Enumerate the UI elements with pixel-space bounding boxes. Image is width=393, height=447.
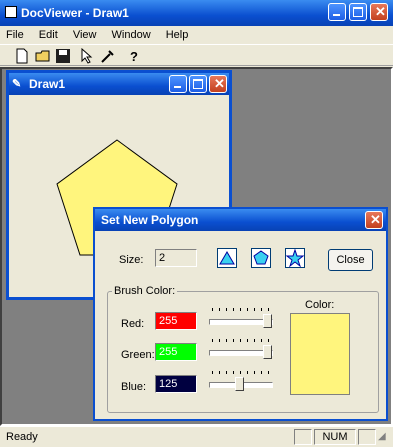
draw1-title: Draw1 bbox=[29, 77, 66, 91]
slider-tick bbox=[226, 339, 227, 342]
slider-tick bbox=[261, 371, 262, 374]
blue-slider[interactable] bbox=[207, 369, 273, 391]
slider-tick bbox=[219, 308, 220, 311]
slider-tick bbox=[268, 308, 269, 311]
slider-tick bbox=[268, 339, 269, 342]
slider-tick bbox=[233, 371, 234, 374]
slider-tick bbox=[254, 371, 255, 374]
slider-tick bbox=[254, 308, 255, 311]
slider-tick bbox=[261, 339, 262, 342]
menu-view[interactable]: View bbox=[73, 29, 97, 41]
close-icon: ✕ bbox=[214, 76, 225, 91]
slider-tick bbox=[247, 371, 248, 374]
maximize-icon bbox=[193, 79, 203, 89]
menu-window[interactable]: Window bbox=[112, 29, 151, 41]
status-pane-1 bbox=[294, 429, 312, 445]
draw-icon: ✎ bbox=[12, 78, 22, 90]
star-icon bbox=[285, 248, 305, 268]
minimize-icon bbox=[333, 14, 340, 16]
slider-tick bbox=[212, 308, 213, 311]
dialog-title: Set New Polygon bbox=[101, 213, 199, 227]
red-label: Red: bbox=[121, 318, 145, 330]
slider-tick bbox=[247, 308, 248, 311]
resize-grip-icon[interactable]: ◢ bbox=[378, 431, 386, 442]
green-label: Green: bbox=[121, 349, 155, 361]
cursor-icon[interactable] bbox=[79, 47, 95, 64]
slider-tick bbox=[219, 339, 220, 342]
maximize-icon bbox=[353, 7, 363, 17]
menu-help[interactable]: Help bbox=[166, 29, 189, 41]
close-icon: ✕ bbox=[370, 212, 381, 227]
pentagon-icon bbox=[253, 250, 269, 265]
size-label: Size: bbox=[119, 254, 144, 266]
color-label: Color: bbox=[305, 299, 335, 311]
close-button[interactable]: Close bbox=[328, 249, 373, 271]
draw1-close-button[interactable]: ✕ bbox=[209, 75, 227, 93]
menu-file[interactable]: File bbox=[6, 29, 24, 41]
slider-tick bbox=[212, 339, 213, 342]
triangle-shape-button[interactable] bbox=[217, 248, 237, 268]
brush-color-label: Brush Color: bbox=[112, 285, 178, 297]
draw1-minimize-button[interactable] bbox=[169, 75, 187, 93]
close-button[interactable]: ✕ bbox=[370, 3, 388, 21]
slider-tick bbox=[240, 371, 241, 374]
blue-label: Blue: bbox=[121, 381, 147, 393]
slider-tick bbox=[268, 371, 269, 374]
close-icon: ✕ bbox=[375, 4, 386, 19]
slider-tick bbox=[226, 308, 227, 311]
red-value-field[interactable]: 255 bbox=[155, 312, 197, 330]
status-bar: Ready NUM ◢ bbox=[0, 426, 393, 447]
star-shape-button[interactable] bbox=[285, 248, 305, 268]
main-titlebar[interactable]: DocViewer - Draw1 ✕ bbox=[0, 0, 393, 26]
size-input[interactable]: 2 bbox=[155, 249, 197, 267]
slider-thumb[interactable] bbox=[235, 377, 245, 391]
green-value-field[interactable]: 255 bbox=[155, 343, 197, 361]
set-polygon-dialog: Set New Polygon ✕ Size: 2 Close Brush Co… bbox=[93, 207, 388, 421]
app-title: DocViewer - Draw1 bbox=[21, 6, 129, 20]
slider-tick bbox=[240, 339, 241, 342]
slider-tick bbox=[233, 308, 234, 311]
tool-icon[interactable] bbox=[100, 48, 116, 64]
slider-tick bbox=[254, 339, 255, 342]
slider-tick bbox=[226, 371, 227, 374]
svg-text:?: ? bbox=[130, 49, 138, 64]
pentagon-shape-button[interactable] bbox=[251, 248, 271, 268]
color-preview bbox=[290, 313, 350, 395]
save-icon[interactable] bbox=[55, 48, 71, 64]
slider-tick bbox=[247, 339, 248, 342]
slider-tick bbox=[240, 308, 241, 311]
red-slider[interactable] bbox=[207, 306, 273, 328]
toolbar: ? bbox=[0, 44, 393, 66]
status-text: Ready bbox=[6, 431, 38, 443]
draw1-titlebar[interactable]: ✎ Draw1 ✕ bbox=[9, 73, 229, 95]
draw1-maximize-button[interactable] bbox=[189, 75, 207, 93]
minimize-icon bbox=[174, 86, 181, 88]
blue-value-field[interactable]: 125 bbox=[155, 375, 197, 393]
green-slider[interactable] bbox=[207, 337, 273, 359]
new-icon[interactable] bbox=[14, 48, 30, 64]
dialog-titlebar[interactable]: Set New Polygon ✕ bbox=[95, 209, 386, 231]
status-num-pane: NUM bbox=[314, 429, 356, 445]
slider-tick bbox=[219, 371, 220, 374]
dialog-close-x-button[interactable]: ✕ bbox=[365, 211, 383, 229]
app-icon bbox=[5, 6, 17, 18]
menu-edit[interactable]: Edit bbox=[39, 29, 58, 41]
triangle-icon bbox=[219, 251, 235, 265]
slider-tick bbox=[212, 371, 213, 374]
open-icon[interactable] bbox=[35, 48, 51, 64]
slider-tick bbox=[261, 308, 262, 311]
slider-tick bbox=[233, 339, 234, 342]
maximize-button[interactable] bbox=[349, 3, 367, 21]
slider-thumb[interactable] bbox=[263, 314, 272, 328]
help-icon[interactable]: ? bbox=[126, 48, 142, 64]
menu-bar: File Edit View Window Help bbox=[0, 26, 393, 44]
minimize-button[interactable] bbox=[328, 3, 346, 21]
status-pane-3 bbox=[358, 429, 376, 445]
slider-thumb[interactable] bbox=[263, 345, 272, 359]
